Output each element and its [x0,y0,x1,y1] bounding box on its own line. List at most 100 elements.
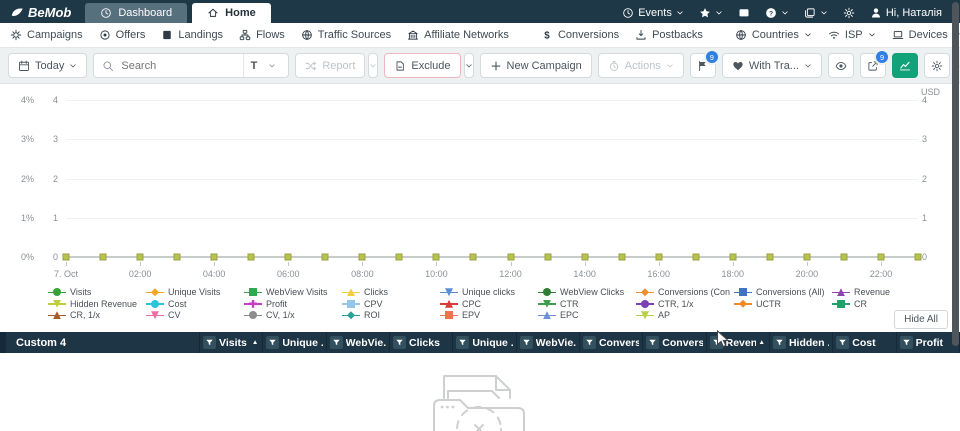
legend-item-cpv[interactable]: CPV [342,299,436,310]
tab-home[interactable]: Home [192,3,271,23]
date-range-button[interactable]: Today [8,53,87,78]
filter-funnel-button[interactable] [900,336,913,349]
column-header-visits[interactable]: Visits▲ [200,332,263,353]
filter-funnel-button[interactable] [646,336,659,349]
nav-item-label: Postbacks [652,29,703,41]
legend-item-unique-clicks[interactable]: Unique clicks [440,287,534,298]
filter-funnel-button[interactable] [393,336,406,349]
chat-button[interactable] [738,7,750,19]
legend-item-cost[interactable]: Cost [146,299,240,310]
legend-item-revenue[interactable]: Revenue [832,287,926,298]
hide-all-button[interactable]: Hide All [894,310,948,329]
report-dropdown-button[interactable] [368,53,378,78]
search-type-dropdown[interactable]: T [243,54,289,77]
share-button[interactable]: 9 [860,53,886,78]
column-header-cost[interactable]: Cost [833,332,896,353]
filter-funnel-button[interactable] [773,336,786,349]
column-header-convers[interactable]: Convers... [580,332,643,353]
chart-toggle-button[interactable] [892,53,918,78]
legend-item-cr-1-x[interactable]: CR, 1/x [48,310,142,321]
funnel-icon [205,338,214,347]
legend-item-visits[interactable]: Visits [48,287,142,298]
legend-item-roi[interactable]: ROI [342,310,436,321]
legend-item-cr[interactable]: CR [832,299,926,310]
column-header-custom-4[interactable]: Custom 4 [6,332,200,353]
column-header-unique[interactable]: Unique ... [453,332,516,353]
vertical-scrollbar[interactable] [952,2,959,346]
column-header-hidden[interactable]: Hidden ... [770,332,833,353]
legend-item-clicks[interactable]: Clicks [342,287,436,298]
legend-item-conversions-confirmed[interactable]: Conversions (Confirmed) [636,287,730,298]
legend-item-webview-visits[interactable]: WebView Visits [244,287,338,298]
legend-label: CPV [364,299,383,309]
legend-item-unique-visits[interactable]: Unique Visits [146,287,240,298]
billing-menu[interactable] [804,7,828,19]
nav-item-flows[interactable]: Flows [239,29,285,41]
traffic-filter-dropdown[interactable]: With Tra... [722,53,822,78]
nav-item-offers[interactable]: Offers [99,29,146,41]
axis-tick-label: 3 [53,134,58,144]
events-menu[interactable]: Events [622,7,684,19]
legend-item-webview-clicks[interactable]: WebView Clicks [538,287,632,298]
column-header-convers[interactable]: Convers... [643,332,706,353]
search-input[interactable] [119,59,242,73]
x-axis-tick [807,262,808,266]
nav-item-postbacks[interactable]: Postbacks [635,29,703,41]
tab-dashboard[interactable]: Dashboard [85,3,187,23]
x-axis-tick [511,262,512,266]
legend-item-hidden-revenue[interactable]: Hidden Revenue [48,299,142,310]
legend-item-conversions-all[interactable]: Conversions (All) [734,287,828,298]
column-header-revenue[interactable]: Revenue▲ [707,332,770,353]
visibility-button[interactable] [828,53,854,78]
help-menu[interactable]: ? [765,7,789,19]
nav-item-devices[interactable]: Devices [892,29,960,41]
column-header-profit[interactable]: Profit [897,332,960,353]
legend-item-ap[interactable]: AP [636,310,730,321]
bemob-logo[interactable]: BeMob [0,5,85,23]
clock-icon [100,7,112,19]
column-header-webvie[interactable]: WebVie... [327,332,390,353]
legend-item-cv[interactable]: CV [146,310,240,321]
legend-item-ctr-1-x[interactable]: CTR, 1/x [636,299,730,310]
legend-item-profit[interactable]: Profit [244,299,338,310]
column-label: Unique ... [472,337,512,349]
filter-funnel-button[interactable] [836,336,849,349]
filter-funnel-button[interactable] [710,336,723,349]
legend-item-epc[interactable]: EPC [538,310,632,321]
nav-item-affiliate-networks[interactable]: Affiliate Networks [407,29,509,41]
favorites-menu[interactable] [699,7,723,19]
legend-marker [440,299,458,308]
nav-item-countries[interactable]: Countries [735,29,812,41]
funnel-icon [775,338,784,347]
nav-item-landings[interactable]: Landings [161,29,223,41]
new-campaign-button[interactable]: New Campaign [480,53,592,78]
column-header-clicks[interactable]: Clicks [390,332,453,353]
filter-funnel-button[interactable] [266,336,279,349]
column-header-webvie[interactable]: WebVie... [517,332,580,353]
nav-item-campaigns[interactable]: Campaigns [10,29,83,41]
nav-item-conversions[interactable]: $Conversions [541,29,619,41]
filter-funnel-button[interactable] [520,336,533,349]
filter-funnel-button[interactable] [583,336,596,349]
report-button[interactable]: Report [295,53,365,78]
flag-badge: 9 [704,49,720,65]
filter-funnel-button[interactable] [330,336,343,349]
actions-button[interactable]: Actions [598,53,684,78]
flag-filter-button[interactable]: 9 [690,53,716,78]
legend-item-epv[interactable]: EPV [440,310,534,321]
exclude-dropdown-button[interactable] [464,53,474,78]
filter-funnel-button[interactable] [456,336,469,349]
nav-item-traffic-sources[interactable]: Traffic Sources [301,29,391,41]
column-header-unique[interactable]: Unique ... [263,332,326,353]
legend-item-uctr[interactable]: UCTR [734,299,828,310]
nav-item-isp[interactable]: ISP [828,29,876,41]
legend-item-cv-1-x[interactable]: CV, 1/x [244,310,338,321]
legend-item-cpc[interactable]: CPC [440,299,534,310]
legend-label: Conversions (All) [756,287,825,297]
filter-funnel-button[interactable] [203,336,216,349]
exclude-button[interactable]: Exclude [384,53,460,78]
columns-settings-button[interactable] [924,53,950,78]
user-menu[interactable]: Hi, Наталія [870,7,942,19]
legend-item-ctr[interactable]: CTR [538,299,632,310]
settings-button[interactable] [843,7,855,19]
